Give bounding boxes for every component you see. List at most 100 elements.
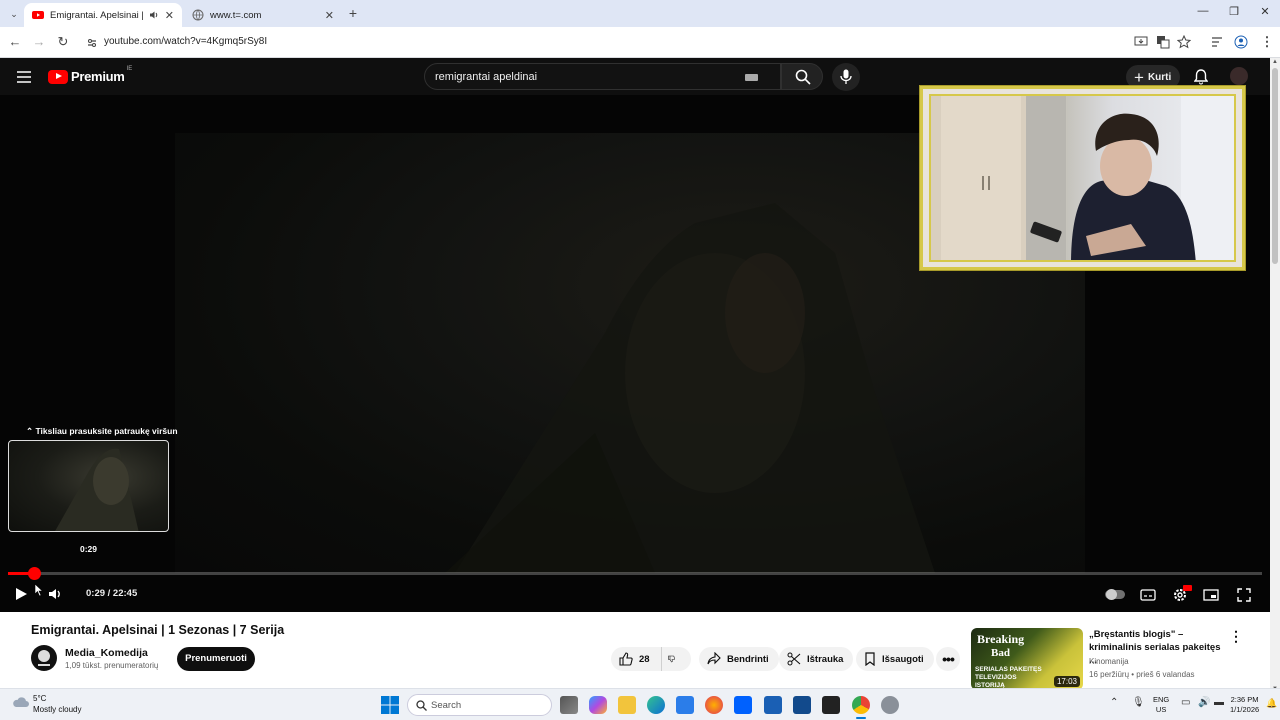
subscribe-button[interactable]: Prenumeruoti bbox=[177, 647, 255, 671]
seek-preview-thumbnail bbox=[8, 440, 169, 532]
recommended-video-thumbnail[interactable]: Breaking Bad SERIALAS PAKEITĘS TELEVIZIJ… bbox=[971, 628, 1083, 690]
clip-label: Ištrauka bbox=[807, 653, 844, 665]
bookmark-icon bbox=[865, 652, 875, 666]
windows-taskbar: 5°C Mostly cloudy Search ⌃ 🎙 ENG US ▭ 🔊 … bbox=[0, 688, 1280, 720]
scrollbar-thumb[interactable] bbox=[1272, 68, 1278, 264]
volume-icon[interactable] bbox=[48, 587, 62, 601]
address-bar[interactable]: youtube.com/watch?v=4Kgmq5rSy8I bbox=[80, 31, 1200, 54]
like-button[interactable]: 28 bbox=[611, 647, 661, 671]
tab-search-button[interactable]: ⌄ bbox=[6, 6, 22, 22]
preview-time: 0:29 bbox=[80, 544, 98, 554]
app-icon-blue-dark[interactable] bbox=[793, 696, 811, 714]
notifications-bell-icon[interactable] bbox=[1194, 69, 1208, 85]
channel-name[interactable]: Media_Komedija bbox=[65, 647, 148, 659]
more-vertical-icon[interactable]: ⋮ bbox=[1229, 628, 1243, 645]
copilot-icon[interactable] bbox=[589, 696, 607, 714]
scrubber-handle[interactable] bbox=[28, 567, 42, 580]
system-clock[interactable]: 2:36 PM 1/1/2026 bbox=[1230, 695, 1259, 715]
task-view-icon[interactable] bbox=[560, 696, 578, 714]
thumbs-up-icon bbox=[619, 652, 633, 666]
hamburger-menu-icon[interactable] bbox=[17, 71, 31, 83]
close-tab-icon[interactable]: ✕ bbox=[325, 9, 334, 22]
weather-temperature: 5°C bbox=[33, 694, 47, 703]
chrome-icon[interactable] bbox=[852, 696, 870, 714]
preview-scene bbox=[55, 448, 139, 531]
microsoft-store-icon[interactable] bbox=[676, 696, 694, 714]
share-label: Bendrinti bbox=[727, 653, 769, 665]
fullscreen-icon[interactable] bbox=[1237, 588, 1251, 602]
language-indicator[interactable]: ENG US bbox=[1153, 695, 1169, 715]
scissors-icon bbox=[787, 652, 801, 666]
progress-bar[interactable] bbox=[8, 567, 1262, 580]
close-window-icon[interactable]: ✕ bbox=[1255, 5, 1275, 18]
subtitles-icon[interactable] bbox=[1140, 589, 1156, 601]
restore-icon[interactable]: ❐ bbox=[1224, 5, 1244, 18]
save-button[interactable]: Išsaugoti bbox=[856, 647, 934, 671]
voice-search-button[interactable] bbox=[832, 63, 860, 91]
channel-avatar[interactable] bbox=[31, 645, 57, 671]
browser-menu-icon[interactable]: ⋮ bbox=[1259, 34, 1275, 50]
show-hidden-icons-chevron-icon[interactable]: ⌃ bbox=[1110, 697, 1118, 708]
webcam-scene bbox=[931, 96, 1234, 260]
thumbs-down-icon bbox=[668, 655, 675, 663]
tray-mic-icon[interactable]: 🎙 bbox=[1132, 697, 1145, 708]
dislike-button[interactable] bbox=[661, 647, 691, 671]
forward-icon[interactable]: → bbox=[31, 34, 47, 50]
file-explorer-icon[interactable] bbox=[618, 696, 636, 714]
windows-start-icon[interactable] bbox=[381, 696, 399, 714]
taskbar-search[interactable]: Search bbox=[407, 694, 552, 716]
time-display: 0:29 / 22:45 bbox=[86, 588, 138, 599]
notification-bell-tray-icon[interactable]: 🔔 bbox=[1266, 698, 1277, 709]
reading-list-icon[interactable] bbox=[1210, 35, 1224, 49]
page-scrollbar[interactable]: ▲ ▼ bbox=[1270, 58, 1280, 692]
scroll-up-arrow-icon[interactable]: ▲ bbox=[1272, 59, 1278, 65]
reload-icon[interactable]: ↻ bbox=[55, 34, 71, 50]
tab-youtube[interactable]: Emigrantai. Apelsinai | 1 Se ✕ bbox=[24, 3, 182, 27]
autoplay-toggle[interactable] bbox=[1105, 589, 1125, 600]
search-button[interactable] bbox=[781, 63, 823, 90]
minimize-icon[interactable]: — bbox=[1193, 5, 1213, 17]
plus-icon: + bbox=[1134, 67, 1144, 87]
logo-text: Premium bbox=[71, 69, 125, 84]
keyboard-icon[interactable] bbox=[745, 74, 758, 81]
back-icon[interactable]: ← bbox=[7, 34, 23, 50]
site-info-icon[interactable] bbox=[86, 37, 98, 49]
edge-icon[interactable] bbox=[647, 696, 665, 714]
share-button[interactable]: Bendrinti bbox=[699, 647, 779, 671]
avatar[interactable] bbox=[1230, 67, 1248, 85]
weather-description: Mostly cloudy bbox=[33, 705, 82, 714]
bookmark-star-icon[interactable] bbox=[1177, 35, 1191, 49]
create-label: Kurti bbox=[1147, 71, 1172, 83]
play-icon[interactable] bbox=[14, 587, 28, 601]
recommended-channel[interactable]: Kinomanija bbox=[1089, 657, 1129, 666]
lang-line2: US bbox=[1155, 705, 1167, 714]
media-app-icon[interactable] bbox=[822, 696, 840, 714]
profile-icon[interactable] bbox=[1234, 35, 1248, 49]
close-tab-icon[interactable]: ✕ bbox=[165, 9, 174, 22]
video-details: Emigrantai. Apelsinai | 1 Sezonas | 7 Se… bbox=[0, 612, 1270, 692]
share-icon bbox=[707, 652, 721, 665]
install-app-icon[interactable] bbox=[1134, 35, 1148, 49]
new-tab-button[interactable]: + bbox=[345, 5, 361, 21]
cloud-icon[interactable] bbox=[12, 695, 30, 709]
tab-second[interactable]: www.t=.com ✕ bbox=[184, 3, 342, 27]
more-actions-button[interactable]: ••• bbox=[936, 647, 960, 671]
thumbnail-text-line3: SERIALAS PAKEITĘS TELEVIZIJOS ISTORIJĄ bbox=[975, 666, 1042, 689]
translate-icon[interactable] bbox=[1156, 35, 1170, 49]
firefox-icon[interactable] bbox=[705, 696, 723, 714]
search-input[interactable]: remigrantai apeldinai bbox=[424, 63, 781, 90]
youtube-premium-logo[interactable]: Premium IE bbox=[48, 65, 133, 84]
dropbox-icon[interactable] bbox=[734, 696, 752, 714]
scrub-hint: ⌃ Tiksliau prasuksite patraukę viršun bbox=[26, 426, 178, 437]
volume-tray-icon[interactable]: 🔊 bbox=[1198, 697, 1210, 708]
clip-button[interactable]: Ištrauka bbox=[779, 647, 854, 671]
app-icon-gray[interactable] bbox=[881, 696, 899, 714]
cursor-pointer-icon bbox=[34, 583, 44, 597]
miniplayer-icon[interactable] bbox=[1203, 589, 1219, 601]
battery-icon[interactable]: ▬ bbox=[1214, 697, 1224, 708]
app-icon-blue[interactable] bbox=[764, 696, 782, 714]
network-icon[interactable]: ▭ bbox=[1181, 697, 1190, 708]
speaker-icon[interactable] bbox=[149, 10, 159, 20]
country-code: IE bbox=[126, 65, 133, 72]
recommended-meta: 16 peržiūrų • prieš 6 valandas bbox=[1089, 670, 1195, 679]
